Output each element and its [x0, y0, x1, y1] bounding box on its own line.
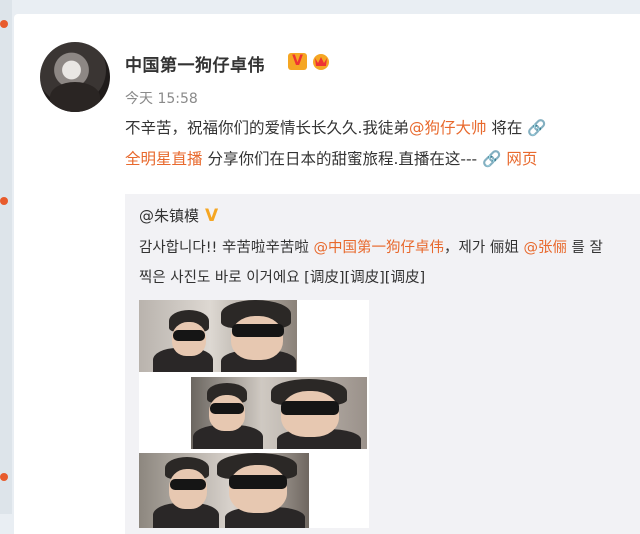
repost-text: ，제가 俪姐	[444, 240, 524, 256]
mention-link[interactable]: @中国第一狗仔卓伟	[314, 240, 445, 256]
vip-v-badge-icon[interactable]: V	[288, 53, 307, 70]
post-text: 不辛苦，祝福你们的爱情长长久久.我徒弟	[125, 119, 409, 137]
member-crown-icon[interactable]	[311, 51, 331, 71]
post-text: 分享你们在日本的甜蜜旅程.直播在这---	[202, 150, 478, 168]
post-text-line-2: 全明星直播 分享你们在日本的甜蜜旅程.直播在这--- 🔗 网页	[125, 147, 537, 169]
edge-marker	[0, 197, 8, 205]
post-timestamp[interactable]: 今天 15:58	[125, 88, 198, 108]
photo-strip	[139, 300, 297, 372]
topic-link[interactable]: 全明星直播	[125, 150, 203, 168]
mention-link[interactable]: @狗仔大帅	[409, 119, 487, 137]
repost-text: 감사합니다!! 辛苦啦辛苦啦	[139, 240, 314, 256]
edge-marker	[0, 20, 8, 28]
repost-author[interactable]: @朱镇模	[139, 205, 199, 226]
post-text: 将在	[486, 119, 528, 137]
photo-strip	[139, 453, 309, 528]
weibo-post-card: 中国第一狗仔卓伟 V 今天 15:58 不辛苦，祝福你们的爱情长长久久.我徒弟@…	[14, 14, 640, 534]
vip-v-badge-icon[interactable]: V	[205, 206, 223, 226]
repost-text-line-1: 감사합니다!! 辛苦啦辛苦啦 @中国第一狗仔卓伟，제가 俪姐 @张俪 를 잘	[139, 236, 603, 257]
repost-photo[interactable]: @朱镇模 weibo.com/u/2789820557	[139, 300, 369, 528]
avatar-figure	[50, 82, 100, 112]
author-name[interactable]: 中国第一狗仔卓伟	[125, 51, 265, 76]
avatar[interactable]	[40, 42, 110, 112]
repost-text-line-2: 찍은 사진도 바로 이거에요 [调皮][调皮][调皮]	[139, 270, 426, 286]
link-icon[interactable]: 🔗	[482, 150, 501, 168]
web-link[interactable]: 网页	[506, 150, 537, 168]
repost-box: @朱镇模 V 감사합니다!! 辛苦啦辛苦啦 @中国第一狗仔卓伟，제가 俪姐 @张…	[125, 194, 640, 534]
edge-marker	[0, 473, 8, 481]
photo-watermark: @朱镇模 weibo.com/u/2789820557	[319, 514, 369, 523]
mention-link[interactable]: @张俪	[523, 240, 567, 256]
repost-text: 를 잘	[566, 240, 603, 256]
link-icon[interactable]: 🔗	[527, 119, 546, 137]
page-left-edge	[0, 0, 12, 514]
post-text-line-1: 不辛苦，祝福你们的爱情长长久久.我徒弟@狗仔大帅 将在 🔗	[125, 116, 547, 138]
photo-strip	[191, 377, 367, 449]
